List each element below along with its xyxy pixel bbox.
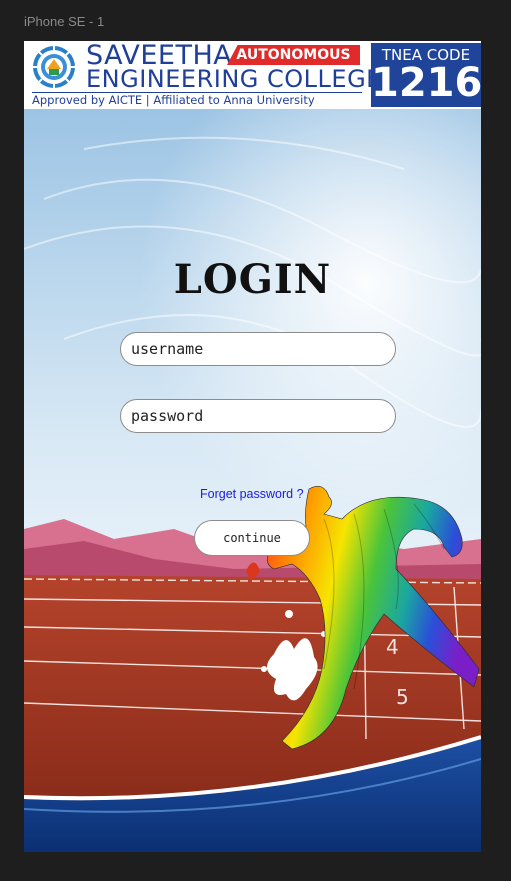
tnea-code-box: TNEA CODE 1216: [371, 43, 481, 107]
background-illustration: 4 5: [24, 109, 481, 852]
autonomous-badge: AUTONOMOUS: [227, 45, 360, 65]
phone-frame: SAVEETHA AUTONOMOUS ENGINEERING COLLEGE …: [24, 41, 481, 852]
approval-text: Approved by AICTE | Affiliated to Anna U…: [32, 93, 315, 107]
college-name-line2: ENGINEERING COLLEGE: [86, 65, 382, 93]
college-header-banner: SAVEETHA AUTONOMOUS ENGINEERING COLLEGE …: [24, 41, 481, 109]
svg-text:4: 4: [386, 635, 399, 659]
artboard-label: iPhone SE - 1: [24, 14, 105, 29]
svg-text:5: 5: [396, 685, 409, 709]
tnea-code: 1216: [371, 60, 481, 106]
username-input[interactable]: [120, 332, 396, 366]
password-input[interactable]: [120, 399, 396, 433]
college-seal-icon: [33, 46, 75, 88]
continue-button[interactable]: continue: [194, 520, 310, 556]
login-title: LOGIN: [173, 256, 332, 303]
forget-password-link[interactable]: Forget password ?: [200, 487, 304, 501]
